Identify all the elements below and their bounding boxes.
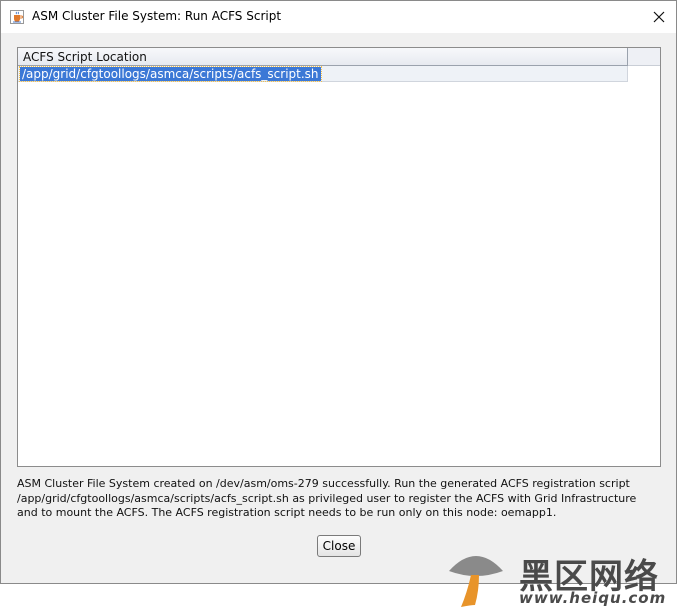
message-line: /app/grid/cfgtoollogs/asmca/scripts/acfs…	[17, 491, 637, 505]
message-line: ASM Cluster File System created on /dev/…	[17, 477, 630, 490]
script-location-table[interactable]: ACFS Script Location /app/grid/cfgtoollo…	[17, 47, 661, 467]
mushroom-logo-icon	[449, 556, 503, 607]
script-location-cell[interactable]: /app/grid/cfgtoollogs/asmca/scripts/acfs…	[19, 66, 322, 82]
watermark-logo: 黑区网络 www.heiqu.com	[441, 543, 671, 613]
table-header[interactable]: ACFS Script Location	[18, 48, 628, 66]
status-message: ASM Cluster File System created on /dev/…	[17, 477, 667, 521]
dialog-body: ACFS Script Location /app/grid/cfgtoollo…	[1, 33, 676, 607]
dialog-window: ASM Cluster File System: Run ACFS Script…	[0, 0, 677, 607]
table-row[interactable]: /app/grid/cfgtoollogs/asmca/scripts/acfs…	[18, 66, 628, 82]
close-button[interactable]: Close	[317, 535, 361, 557]
watermark-url: www.heiqu.com	[519, 589, 667, 607]
close-icon[interactable]	[642, 1, 676, 33]
message-line: and to mount the ACFS. The ACFS registra…	[17, 506, 557, 519]
title-bar[interactable]: ASM Cluster File System: Run ACFS Script	[1, 1, 676, 33]
java-cup-icon	[10, 9, 24, 24]
table-header-filler	[628, 48, 660, 66]
window-title: ASM Cluster File System: Run ACFS Script	[32, 9, 282, 23]
column-header-acfs-script-location[interactable]: ACFS Script Location	[23, 50, 147, 64]
